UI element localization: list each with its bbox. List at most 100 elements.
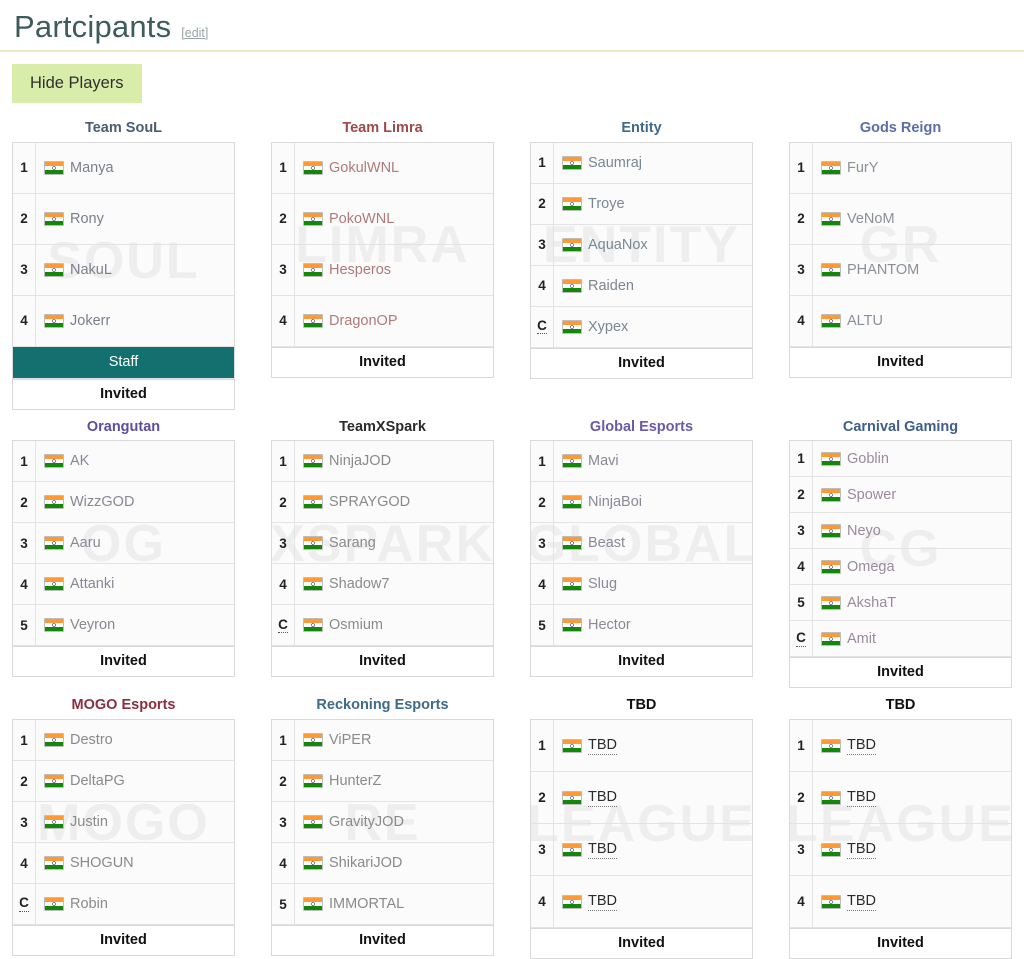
player-name-link[interactable]: Mavi [588,453,619,469]
player-name-link[interactable]: AquaNox [588,237,648,253]
team-name-heading[interactable]: TeamXSpark [271,416,494,441]
player-index-cell: 5 [272,884,295,924]
player-name-link[interactable]: TBD [847,737,876,755]
player-name-link[interactable]: ShikariJOD [329,855,402,871]
player-name-link[interactable]: Veyron [70,617,115,633]
india-flag-icon [44,495,64,509]
india-flag-icon [303,536,323,550]
team-name-heading[interactable]: TBD [530,694,753,719]
india-flag-icon [44,536,64,550]
player-name-link[interactable]: GravityJOD [329,814,404,830]
player-cell: TBD [813,789,1011,807]
player-index-cell: 1 [272,720,295,760]
player-name-link[interactable]: NinjaBoi [588,494,642,510]
team-name-heading[interactable]: Entity [530,117,753,142]
player-name-link[interactable]: Robin [70,896,108,912]
player-name-link[interactable]: WizzGOD [70,494,134,510]
player-name-link[interactable]: Aaru [70,535,101,551]
player-name-link[interactable]: Attanki [70,576,114,592]
player-cell: Omega [813,559,1011,575]
player-name-link[interactable]: Osmium [329,617,383,633]
player-name-link[interactable]: PHANTOM [847,262,919,278]
player-row: 3Aaru [13,523,234,564]
player-index: 2 [538,196,546,211]
player-index-cell: 4 [13,843,36,883]
player-name-link[interactable]: Spower [847,487,896,503]
team-roster-table: OG1AK2WizzGOD3Aaru4Attanki5Veyron [12,440,235,646]
player-name-link[interactable]: Shadow7 [329,576,389,592]
player-name-link[interactable]: Xypex [588,319,628,335]
player-name-link[interactable]: Manya [70,160,114,176]
player-index: 1 [279,733,287,748]
player-cell: TBD [554,737,752,755]
staff-row[interactable]: Staff [13,347,234,379]
player-name-link[interactable]: Destro [70,732,113,748]
player-name-link[interactable]: Hector [588,617,631,633]
player-cell: DeltaPG [36,773,234,789]
edit-section-link[interactable]: [edit] [181,26,208,40]
player-name-link[interactable]: SHOGUN [70,855,134,871]
player-name-link[interactable]: GokulWNL [329,160,399,176]
player-name-link[interactable]: HunterZ [329,773,381,789]
player-name-link[interactable]: VeNoM [847,211,895,227]
player-name-link[interactable]: TBD [588,737,617,755]
india-flag-icon [821,791,841,805]
hide-players-button[interactable]: Hide Players [12,64,142,103]
team-name-heading[interactable]: Reckoning Esports [271,694,494,719]
player-index: 5 [538,618,546,633]
team-name-heading[interactable]: Team Limra [271,117,494,142]
player-name-link[interactable]: AkshaT [847,595,896,611]
player-cell: FurY [813,160,1011,176]
player-name-link[interactable]: Goblin [847,451,889,467]
player-name-link[interactable]: Saumraj [588,155,642,171]
player-name-link[interactable]: TBD [588,893,617,911]
player-name-link[interactable]: Hesperos [329,262,391,278]
player-name-link[interactable]: TBD [847,789,876,807]
player-name-link[interactable]: NinjaJOD [329,453,391,469]
player-name-link[interactable]: FurY [847,160,878,176]
player-name-link[interactable]: NakuL [70,262,112,278]
player-name-link[interactable]: Rony [70,211,104,227]
player-name-link[interactable]: Slug [588,576,617,592]
player-name-link[interactable]: DragonOP [329,313,398,329]
team-roster-table: SOUL1Manya2Rony3NakuL4JokerrStaff [12,142,235,379]
player-name-link[interactable]: Omega [847,559,895,575]
player-name-link[interactable]: Raiden [588,278,634,294]
india-flag-icon [562,536,582,550]
player-name-link[interactable]: TBD [847,841,876,859]
player-name-link[interactable]: Troye [588,196,625,212]
player-row: 3GravityJOD [272,802,493,843]
player-name-link[interactable]: TBD [588,841,617,859]
player-name-link[interactable]: AK [70,453,89,469]
team-name-heading[interactable]: Orangutan [12,416,235,441]
player-index-cell: 3 [272,245,295,295]
india-flag-icon [303,815,323,829]
team-name-heading[interactable]: TBD [789,694,1012,719]
team-name-heading[interactable]: Team SouL [12,117,235,142]
player-index: 4 [797,313,805,328]
player-name-link[interactable]: Amit [847,631,876,647]
player-name-link[interactable]: SPRAYGOD [329,494,410,510]
player-name-link[interactable]: Beast [588,535,625,551]
player-name-link[interactable]: Sarang [329,535,376,551]
player-cell: Attanki [36,576,234,592]
player-row: 2NinjaBoi [531,482,752,523]
player-name-link[interactable]: Justin [70,814,108,830]
player-name-link[interactable]: TBD [847,893,876,911]
player-name-link[interactable]: DeltaPG [70,773,125,789]
team-name-heading[interactable]: Carnival Gaming [789,416,1012,441]
player-index-cell: 1 [272,143,295,193]
team-name-heading[interactable]: Global Esports [530,416,753,441]
player-index: 4 [538,278,546,293]
player-name-link[interactable]: IMMORTAL [329,896,404,912]
player-name-link[interactable]: ViPER [329,732,371,748]
player-name-link[interactable]: PokoWNL [329,211,394,227]
team-name-heading[interactable]: Gods Reign [789,117,1012,142]
player-row: 1Mavi [531,441,752,482]
player-name-link[interactable]: Neyo [847,523,881,539]
india-flag-icon [44,454,64,468]
team-name-heading[interactable]: MOGO Esports [12,694,235,719]
player-name-link[interactable]: ALTU [847,313,883,329]
player-name-link[interactable]: Jokerr [70,313,110,329]
player-name-link[interactable]: TBD [588,789,617,807]
